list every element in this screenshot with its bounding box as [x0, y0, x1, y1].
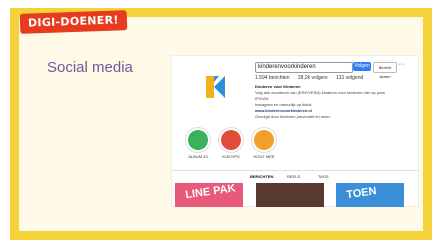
profile-handle-field: kinderenvoorkinderen: [255, 62, 353, 73]
bio-line-1: Volg alle avonturen van (ERK/VERA) kinde…: [255, 90, 386, 101]
kinderen-voor-kinderen-logo: [206, 76, 225, 98]
follow-button[interactable]: Volgen: [353, 62, 371, 71]
highlight-album-icon[interactable]: [188, 130, 208, 150]
post-thumbnail-text: [256, 183, 324, 192]
tab-berichten[interactable]: BERICHTEN: [250, 174, 273, 179]
profile-stats: 1.594 berichten 28,2k volgers 131 volgen…: [255, 75, 370, 81]
digi-doener-badge: DIGI-DOENER!: [19, 10, 128, 34]
highlight-heart-icon[interactable]: [254, 130, 274, 150]
followed-by-text: Gevolgd door kinderen preventief en meer: [255, 114, 330, 119]
tab-tags[interactable]: TAGS: [318, 174, 329, 179]
message-button[interactable]: Bericht sturen: [373, 62, 397, 79]
highlight-label: KIJKTIPS: [222, 154, 240, 159]
post-thumbnail[interactable]: TOEN: [336, 183, 404, 207]
tabs-divider: [172, 170, 418, 171]
slide-title: Social media: [47, 59, 133, 76]
highlight-label: ALBUM 43: [188, 154, 208, 159]
post-thumbnail-text: LINE PAK: [184, 183, 237, 202]
more-options-icon[interactable]: ···: [398, 61, 405, 68]
highlight-label: HOUT MEE: [253, 154, 275, 159]
post-thumbnail-text: TOEN: [345, 185, 378, 202]
followers-count[interactable]: 28,2k volgers: [298, 75, 328, 81]
following-count[interactable]: 131 volgend: [336, 75, 363, 81]
tab-reels[interactable]: REELS: [287, 174, 300, 179]
posts-count: 1.594 berichten: [255, 75, 290, 81]
post-thumbnail[interactable]: LINE PAK: [175, 183, 243, 207]
profile-bio: Kinderen voor Kinderen Volg alle avontur…: [255, 84, 395, 120]
post-thumbnail[interactable]: [256, 183, 324, 207]
highlight-tv-icon[interactable]: [221, 130, 241, 150]
